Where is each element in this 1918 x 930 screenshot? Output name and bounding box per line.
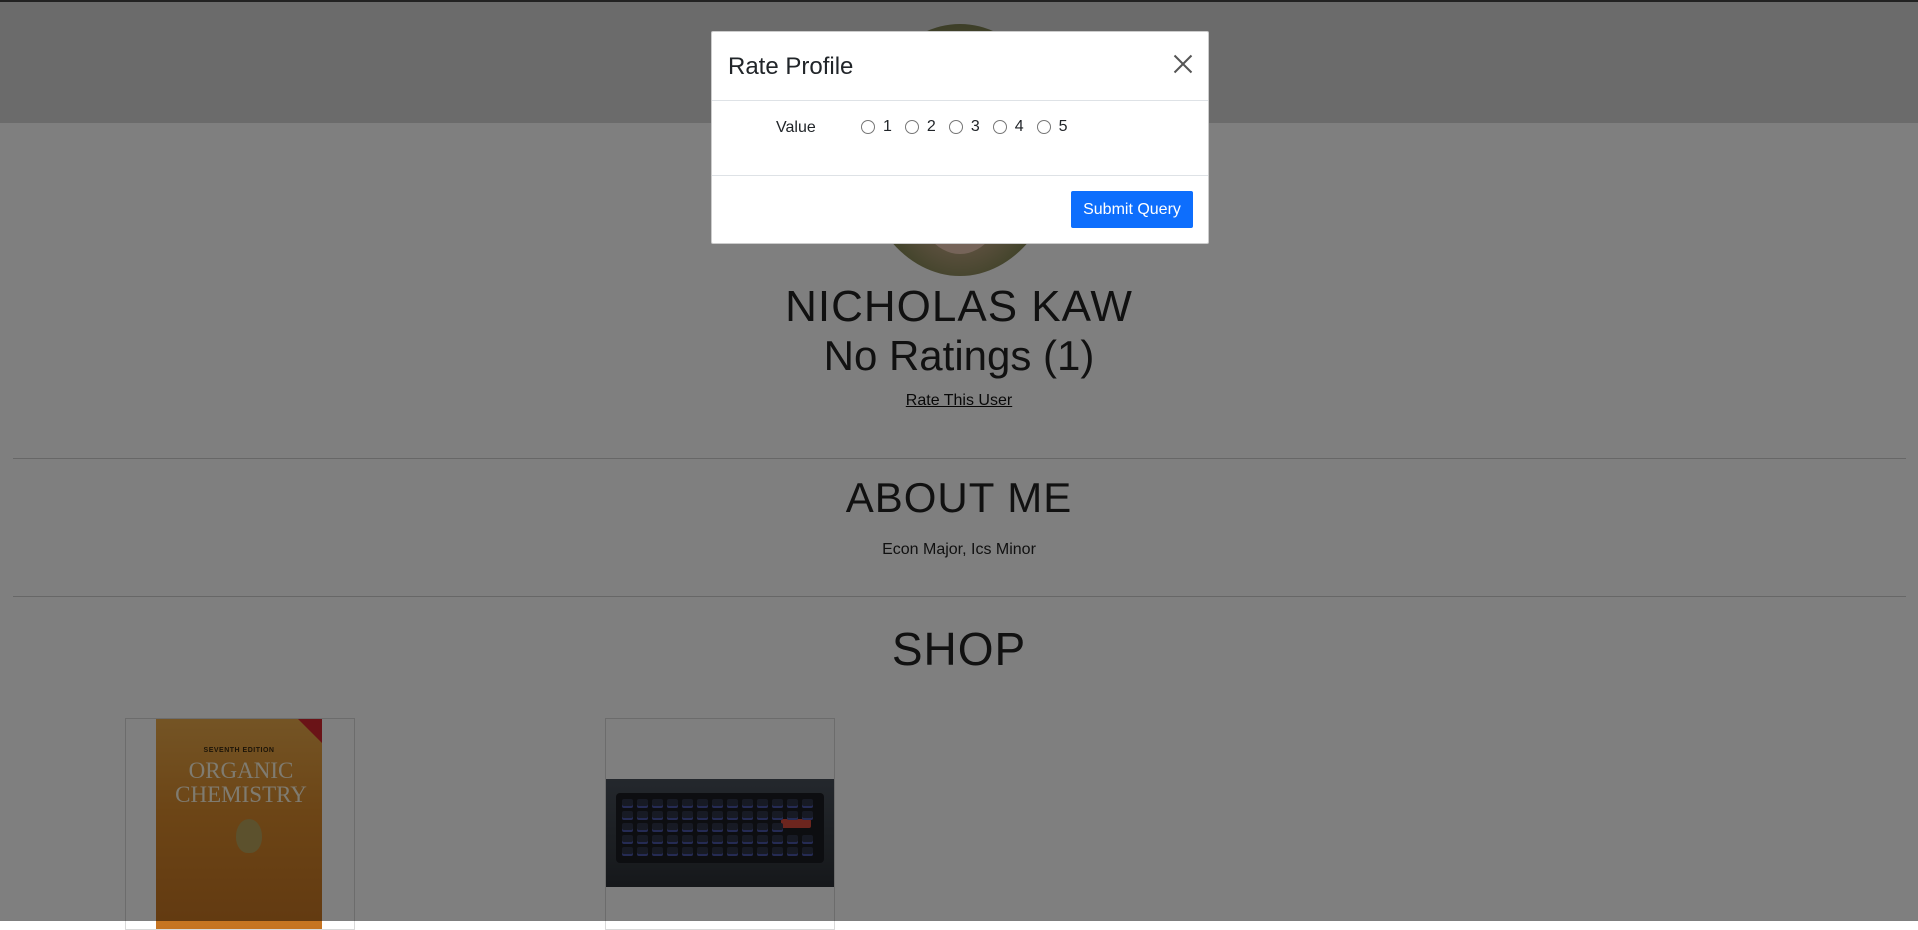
close-icon[interactable] [1172,53,1194,75]
rating-option-2[interactable]: 2 [904,118,936,136]
rate-profile-modal: Rate Profile Value 1 2 3 4 5 Submit Query [711,31,1209,244]
radio-label: 3 [970,118,980,135]
radio-label: 1 [883,118,892,135]
radio-button[interactable] [948,120,963,134]
modal-body: Value 1 2 3 4 5 [712,101,1208,176]
rating-option-3[interactable]: 3 [948,118,980,136]
rating-option-4[interactable]: 4 [992,118,1024,136]
rating-radio-group: 1 2 3 4 5 [861,118,1081,136]
modal-title: Rate Profile [728,53,854,80]
radio-button[interactable] [904,120,919,134]
rating-option-5[interactable]: 5 [1036,118,1068,136]
radio-button[interactable] [992,120,1007,134]
radio-label: 4 [1014,118,1024,135]
modal-header: Rate Profile [712,32,1208,101]
radio-button[interactable] [1036,120,1051,134]
top-border [0,0,1918,2]
radio-label: 5 [1058,118,1068,135]
rating-option-1[interactable]: 1 [861,118,892,136]
radio-button[interactable] [861,120,875,134]
radio-label: 2 [926,118,936,135]
submit-button[interactable]: Submit Query [1071,191,1193,228]
value-label: Value [776,119,816,136]
